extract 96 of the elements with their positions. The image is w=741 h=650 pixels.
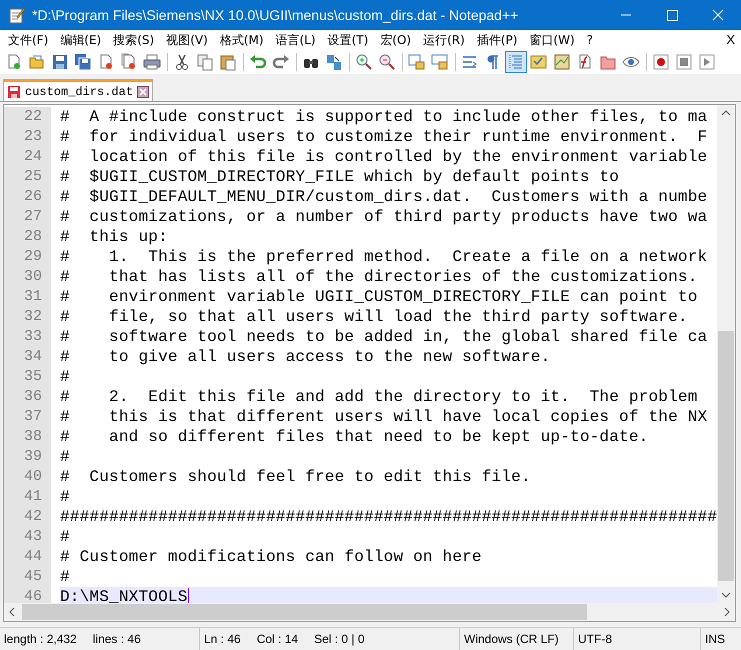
line-number: 40 bbox=[4, 467, 51, 487]
record-icon[interactable] bbox=[652, 53, 670, 71]
menu-item[interactable]: 宏(O) bbox=[374, 31, 418, 49]
print-icon[interactable] bbox=[143, 53, 161, 71]
line-number: 29 bbox=[4, 247, 51, 267]
code-line: # this is that different users will have local copies of the NX bbox=[60, 407, 708, 427]
line-number: 31 bbox=[4, 287, 51, 307]
line-number: 39 bbox=[4, 447, 51, 467]
scrollbar-thumb[interactable] bbox=[718, 331, 734, 581]
save-icon[interactable] bbox=[51, 53, 69, 71]
line-number: 30 bbox=[4, 267, 51, 287]
insert-mode: INS bbox=[705, 632, 726, 646]
line-number: 23 bbox=[4, 127, 51, 147]
menu-item[interactable]: 运行(R) bbox=[417, 31, 471, 49]
code-line: # to give all users access to the new software. bbox=[60, 347, 552, 367]
line-count: lines : 46 bbox=[92, 632, 141, 646]
line-number: 44 bbox=[4, 547, 51, 567]
code-line: # bbox=[60, 527, 71, 547]
close-icon[interactable] bbox=[137, 86, 150, 98]
code-line: # Customers should feel free to edit this file. bbox=[60, 467, 532, 487]
line-number: 35 bbox=[4, 367, 51, 387]
menu-item[interactable]: 设置(T) bbox=[322, 31, 374, 49]
redo-icon[interactable] bbox=[272, 53, 290, 71]
line-number: 25 bbox=[4, 167, 51, 187]
code-line: # environment variable UGII_CUSTOM_DIRECTORY_FILE can point to bbox=[60, 287, 699, 307]
code-line: # for individual users to customize their runtime environment. F bbox=[60, 127, 708, 147]
line-number: 27 bbox=[4, 207, 51, 227]
save-icon bbox=[7, 84, 21, 98]
menu-item[interactable]: 视图(V) bbox=[160, 31, 214, 49]
line-ending: Windows (CR LF) bbox=[464, 632, 559, 646]
line-number: 33 bbox=[4, 327, 51, 347]
menu-item[interactable]: 搜索(S) bbox=[107, 31, 160, 49]
line-number: 37 bbox=[4, 407, 51, 427]
code-line: # bbox=[60, 567, 71, 587]
code-line: # file, so that all users will load the third party software. bbox=[60, 307, 689, 327]
menu-item[interactable]: 窗口(W) bbox=[523, 31, 581, 49]
code-line: # and so different files that need to be kept up-to-date. bbox=[60, 427, 650, 447]
code-line: # customizations, or a number of third party products have two wa bbox=[60, 207, 708, 227]
code-line: # A #include construct is supported to include other files, to ma bbox=[60, 107, 708, 127]
menu-item[interactable]: ? bbox=[580, 31, 599, 49]
menu-item[interactable]: 文件(F) bbox=[2, 31, 54, 49]
vertical-scrollbar[interactable] bbox=[717, 105, 735, 603]
close-document-button[interactable]: X bbox=[720, 31, 741, 49]
line-number: 45 bbox=[4, 567, 51, 587]
line-number: 34 bbox=[4, 347, 51, 367]
line-number: 26 bbox=[4, 187, 51, 207]
line-number: 28 bbox=[4, 227, 51, 247]
cursor-line: Ln : 46 bbox=[204, 632, 241, 646]
menu-item[interactable]: 编辑(E) bbox=[54, 31, 108, 49]
cursor-column: Col : 14 bbox=[256, 632, 298, 646]
copy-icon[interactable] bbox=[196, 53, 214, 71]
notepad-icon bbox=[8, 6, 26, 24]
scrollbar-thumb[interactable] bbox=[22, 604, 587, 620]
line-number: 32 bbox=[4, 307, 51, 327]
code-line: ################################################################### bbox=[60, 507, 717, 527]
play-icon[interactable] bbox=[698, 53, 716, 71]
menu-item[interactable]: 插件(P) bbox=[470, 31, 524, 49]
line-number: 46 bbox=[4, 587, 51, 603]
encoding: UTF-8 bbox=[578, 632, 612, 646]
indent-guide-icon[interactable] bbox=[507, 53, 525, 71]
code-line: # 1. This is the preferred method. Create a file on a network bbox=[60, 247, 708, 267]
menu-item[interactable]: 语言(L) bbox=[270, 31, 322, 49]
line-number: 41 bbox=[4, 487, 51, 507]
code-line: # this up: bbox=[60, 227, 169, 247]
code-line: # bbox=[60, 447, 71, 467]
line-number: 22 bbox=[4, 107, 51, 127]
document-length: length : 2,432 bbox=[4, 632, 77, 646]
line-number: 38 bbox=[4, 427, 51, 447]
line-number: 43 bbox=[4, 527, 51, 547]
code-line: # Customer modifications can follow on here bbox=[60, 547, 483, 567]
menu-item[interactable]: 格式(M) bbox=[214, 31, 270, 49]
zoom-out-icon[interactable] bbox=[378, 53, 396, 71]
code-line: # bbox=[60, 367, 71, 387]
code-line: # software tool needs to be added in, the global shared file ca bbox=[60, 327, 708, 347]
selection-info: Sel : 0 | 0 bbox=[314, 632, 365, 646]
find-replace-icon[interactable] bbox=[325, 53, 343, 71]
horizontal-scrollbar[interactable] bbox=[4, 603, 735, 621]
code-line: # location of this file is controlled by the environment variable bbox=[60, 147, 708, 167]
save-all-icon[interactable] bbox=[74, 53, 92, 71]
close-all-icon[interactable] bbox=[120, 53, 138, 71]
line-number: 36 bbox=[4, 387, 51, 407]
open-folder-icon[interactable] bbox=[28, 53, 46, 71]
window-title: *D:\Program Files\Siemens\NX 10.0\UGII\menus\custom_dirs.dat - Notepad++ bbox=[32, 7, 520, 23]
zoom-in-icon[interactable] bbox=[355, 53, 373, 71]
code-line: # $UGII_CUSTOM_DIRECTORY_FILE which by default points to bbox=[60, 167, 620, 187]
code-line: # 2. Edit this file and add the directory to it. The problem bbox=[60, 387, 699, 407]
line-number: 42 bbox=[4, 507, 51, 527]
code-line: # $UGII_DEFAULT_MENU_DIR/custom_dirs.dat. Customers with a numbe bbox=[60, 187, 708, 207]
undo-icon[interactable] bbox=[249, 53, 267, 71]
paste-icon[interactable] bbox=[219, 53, 237, 71]
stop-icon[interactable] bbox=[675, 53, 693, 71]
scissors-icon[interactable] bbox=[173, 53, 191, 71]
file-tab[interactable]: custom_dirs.dat bbox=[3, 79, 154, 101]
code-line: # bbox=[60, 487, 71, 507]
code-line: # that has lists all of the directories of the customizations. bbox=[60, 267, 699, 287]
line-number: 24 bbox=[4, 147, 51, 167]
